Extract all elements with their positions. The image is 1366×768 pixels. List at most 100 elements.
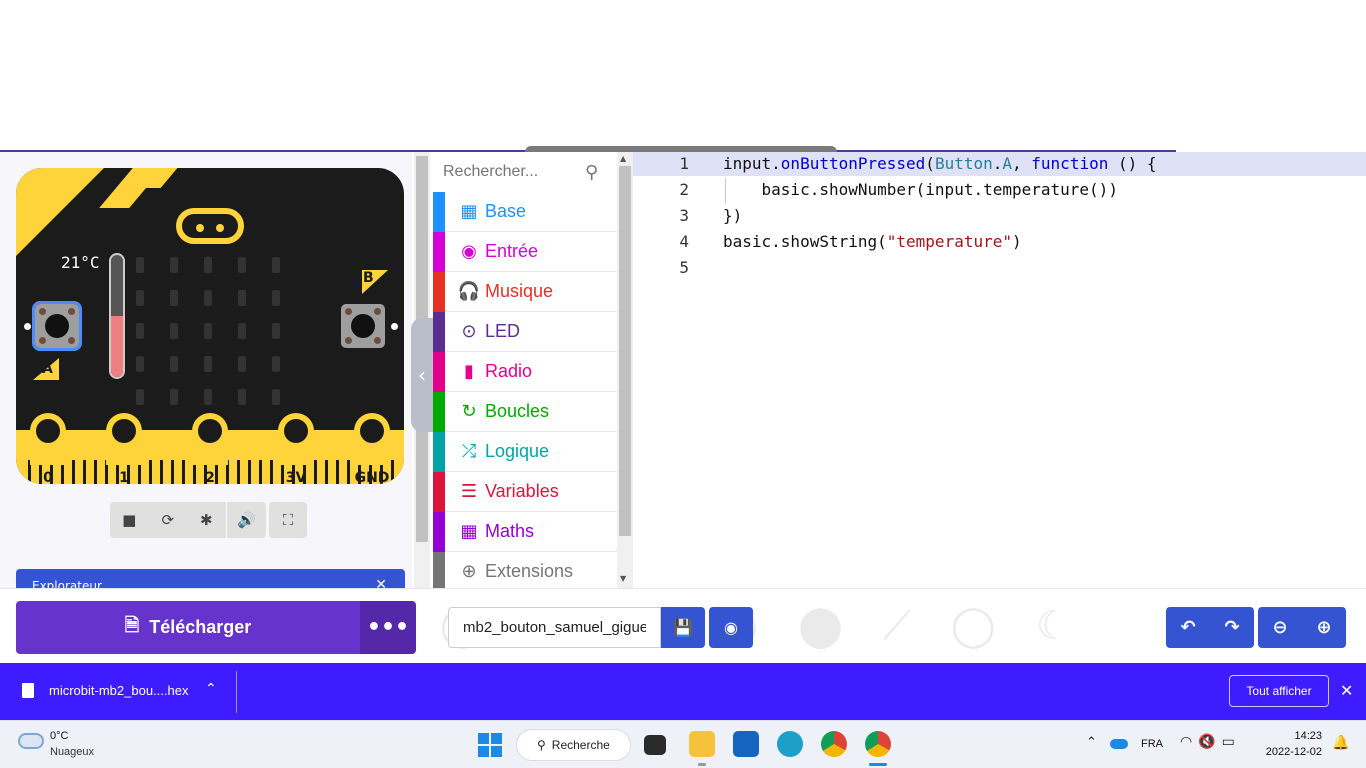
code-line[interactable]: 2 basic.showNumber(input.temperature()): [633, 178, 1366, 202]
stop-icon[interactable]: ■: [110, 502, 149, 538]
led: [272, 290, 280, 306]
list-icon: ☰: [460, 481, 478, 502]
mute-icon[interactable]: 🔇: [1198, 734, 1221, 750]
edge-browser-icon[interactable]: [777, 731, 803, 757]
cloud-icon[interactable]: [18, 733, 44, 749]
downloaded-file-name[interactable]: microbit-mb2_bou....hex: [49, 683, 188, 698]
zoom-in-button[interactable]: ⊕: [1302, 607, 1346, 648]
code-token: "temperature": [886, 232, 1012, 251]
search-input[interactable]: [443, 158, 583, 186]
button-a[interactable]: [32, 301, 82, 351]
store-icon[interactable]: [733, 731, 759, 757]
save-button[interactable]: 💾: [661, 607, 705, 648]
divider: [236, 671, 237, 713]
battery-icon[interactable]: ▭: [1222, 734, 1241, 750]
more-options-button[interactable]: •••: [360, 601, 416, 654]
chevron-up-icon[interactable]: ⌃: [1086, 735, 1097, 750]
close-icon[interactable]: ✕: [375, 577, 387, 588]
app-indicator: [698, 763, 706, 766]
language-indicator[interactable]: FRA: [1141, 738, 1163, 750]
clock-time[interactable]: 14:23: [1262, 730, 1322, 742]
notification-icon[interactable]: 🔔: [1332, 735, 1349, 751]
category-boucles[interactable]: ↻ Boucles: [433, 391, 617, 432]
category-radio[interactable]: ▮ Radio: [433, 351, 617, 392]
category-base[interactable]: ▦ Base: [433, 191, 617, 232]
windows-start-icon[interactable]: [478, 733, 502, 757]
pin-label: GND: [354, 470, 390, 484]
code-line[interactable]: 3}): [633, 204, 1366, 228]
top-blank-area: [0, 0, 1366, 150]
category-logique[interactable]: ⤮ Logique: [433, 431, 617, 472]
led: [238, 257, 246, 273]
search-icon[interactable]: ⚲: [585, 162, 598, 183]
code-text: }): [723, 204, 742, 228]
show-all-button[interactable]: Tout afficher: [1229, 675, 1329, 707]
code-editor[interactable]: 1 input.onButtonPressed(Button.A, functio…: [633, 152, 1366, 588]
microbit-logo[interactable]: [176, 208, 244, 244]
debug-icon[interactable]: ✱: [187, 502, 226, 538]
button-b[interactable]: [341, 304, 385, 348]
sound-icon[interactable]: 🔊: [227, 502, 266, 538]
line-number: 1: [679, 154, 689, 173]
led: [238, 323, 246, 339]
toggle-icon: ⊙: [461, 321, 477, 342]
edge-tick: [149, 460, 152, 484]
plus-circle-icon: ⊕: [461, 561, 477, 582]
onedrive-icon[interactable]: [1110, 739, 1128, 749]
restart-icon[interactable]: ⟳: [149, 502, 188, 538]
chrome-icon[interactable]: [821, 731, 847, 757]
code-line[interactable]: 4 basic.showString("temperature"): [633, 230, 1366, 254]
save-icon: 💾: [673, 618, 693, 637]
led: [238, 389, 246, 405]
category-variables[interactable]: ☰ Variables: [433, 471, 617, 512]
github-button[interactable]: ◉: [709, 607, 753, 648]
category-color-bar: [433, 511, 445, 552]
microbit-board: 21°C A B 0 1 2 3V GND: [16, 168, 404, 484]
toolbox-scrollbar[interactable]: ▲ ▼: [617, 152, 633, 588]
category-maths[interactable]: ▦ Maths: [433, 511, 617, 552]
chrome-profile-icon[interactable]: [865, 731, 891, 757]
undo-button[interactable]: ↶: [1166, 607, 1210, 648]
edge-tick: [259, 460, 262, 484]
system-tray-icons[interactable]: ◠🔇▭: [1180, 734, 1241, 750]
temperature-slider[interactable]: [109, 253, 125, 379]
pin-gnd[interactable]: [354, 413, 390, 465]
taskbar-search[interactable]: ⚲ Recherche: [516, 729, 631, 761]
zoom-out-button[interactable]: ⊖: [1258, 607, 1302, 648]
explorer-header[interactable]: Explorateur ✕: [16, 569, 405, 588]
pin-2[interactable]: [192, 413, 228, 465]
category-extensions[interactable]: ⊕ Extensions: [433, 551, 617, 592]
pin-0[interactable]: [30, 413, 66, 465]
led: [204, 257, 212, 273]
category-led[interactable]: ⊙ LED: [433, 311, 617, 352]
pin-1[interactable]: [106, 413, 142, 465]
project-name-input[interactable]: [448, 607, 661, 648]
led: [136, 290, 144, 306]
code-text: basic.showNumber(input.temperature()): [723, 178, 1118, 202]
task-view-icon[interactable]: [644, 735, 666, 755]
close-icon[interactable]: ✕: [1340, 681, 1353, 700]
edge-tick: [325, 460, 328, 484]
weather-temperature[interactable]: 0°C: [50, 730, 68, 742]
collapse-simulator-button[interactable]: ‹: [411, 318, 433, 432]
file-explorer-icon[interactable]: [689, 731, 715, 757]
fullscreen-icon[interactable]: ⛶: [269, 502, 307, 538]
code-line[interactable]: 1 input.onButtonPressed(Button.A, functio…: [633, 152, 1366, 176]
clock-date[interactable]: 2022-12-02: [1262, 746, 1322, 758]
toolbox-search: ⚲: [433, 152, 617, 192]
redo-button[interactable]: ↷: [1210, 607, 1254, 648]
weather-description[interactable]: Nuageux: [50, 746, 94, 758]
scroll-up-icon[interactable]: ▲: [620, 154, 626, 163]
category-musique[interactable]: 🎧 Musique: [433, 271, 617, 312]
line-number: 4: [679, 232, 689, 251]
download-button[interactable]: 🗎 Télécharger: [16, 601, 360, 654]
code-line[interactable]: 5: [633, 256, 1366, 280]
edge-tick: [83, 460, 86, 484]
code-token: A: [1002, 154, 1013, 173]
category-entrée[interactable]: ◉ Entrée: [433, 231, 617, 272]
code-token: () {: [1108, 154, 1157, 173]
scroll-down-icon[interactable]: ▼: [620, 574, 626, 583]
pin-3v[interactable]: [278, 413, 314, 465]
chevron-up-icon[interactable]: ⌃: [205, 681, 217, 697]
wifi-icon[interactable]: ◠: [1180, 734, 1198, 750]
